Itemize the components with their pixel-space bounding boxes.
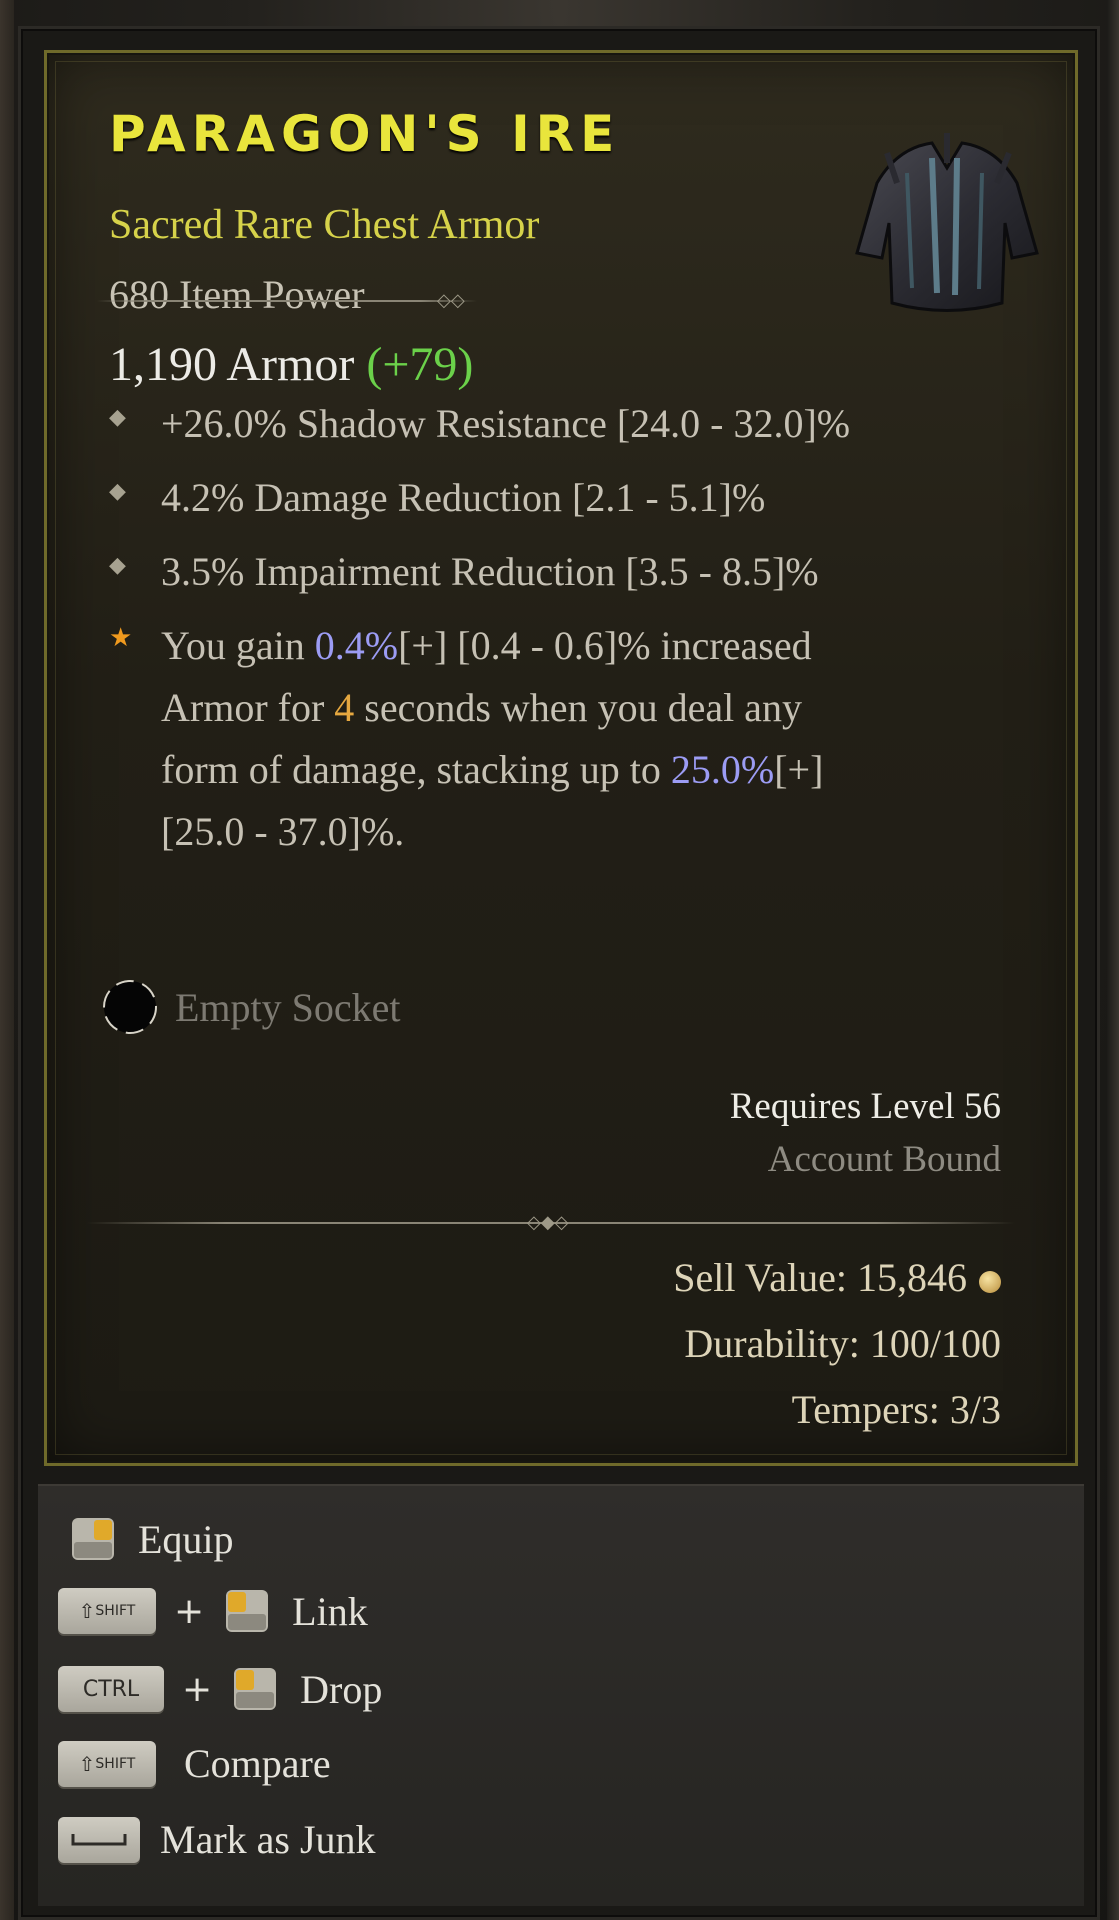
affix-row: ◆ 3.5% Impairment Reduction [3.5 - 8.5]% xyxy=(109,541,819,603)
diamond-bullet-icon: ◆ xyxy=(109,553,126,578)
plus-sign: + xyxy=(182,1668,213,1710)
link-label: Link xyxy=(292,1588,368,1634)
requirements: Requires Level 56 Account Bound xyxy=(730,1085,1001,1181)
diamond-bullet-icon: ◆ xyxy=(109,405,126,430)
divider-top: ◇◇ xyxy=(97,291,477,311)
item-name: PARAGON'S IRE xyxy=(109,105,621,163)
sell-value: Sell Value: 15,846 xyxy=(673,1255,967,1300)
item-type: Sacred Rare Chest Armor xyxy=(109,202,540,248)
affix-row: ◆ +26.0% Shadow Resistance [24.0 - 32.0]… xyxy=(109,393,850,455)
spacebar-key-icon xyxy=(58,1816,140,1863)
socket-icon xyxy=(103,980,157,1034)
star-bullet-icon: ★ xyxy=(109,623,133,653)
tempers: Tempers: 3/3 xyxy=(791,1387,1001,1432)
mark-junk-action[interactable]: Mark as Junk xyxy=(58,1816,376,1863)
equip-label: Equip xyxy=(138,1516,234,1562)
affix-text: 3.5% Impairment Reduction [3.5 - 8.5]% xyxy=(161,549,819,594)
controls-panel: Equip ⇧ SHIFT + Link CTRL + Drop ⇧ SHIFT C… xyxy=(38,1484,1084,1906)
drop-label: Drop xyxy=(300,1666,383,1712)
gold-coin-icon xyxy=(979,1270,1001,1293)
plus-sign: + xyxy=(174,1590,205,1632)
bind-status: Account Bound xyxy=(767,1139,1001,1180)
affix-text: +26.0% Shadow Resistance [24.0 - 32.0]% xyxy=(161,401,851,446)
divider-bottom: ◇◆◇ xyxy=(87,1213,1015,1233)
sell-value-row: Sell Value: 15,846 xyxy=(673,1245,1001,1311)
aspect-affix: ★ You gain 0.4%[+] [0.4 - 0.6]% increase… xyxy=(109,615,823,863)
left-click-icon xyxy=(234,1668,277,1710)
affix-row: ◆ 4.2% Damage Reduction [2.1 - 5.1]% xyxy=(109,467,765,529)
left-click-icon xyxy=(226,1590,269,1632)
item-meta: Sell Value: 15,846 Durability: 100/100 T… xyxy=(673,1245,1001,1443)
equip-action[interactable]: Equip xyxy=(68,1514,234,1564)
chest-armor-icon xyxy=(855,133,1039,312)
item-tooltip-card: PARAGON'S IRE Sacred Rare Chest Armor 68… xyxy=(44,50,1078,1466)
junk-label: Mark as Junk xyxy=(160,1817,376,1862)
socket-label: Empty Socket xyxy=(175,984,401,1030)
affix-text: 4.2% Damage Reduction [2.1 - 5.1]% xyxy=(161,475,766,520)
ctrl-key-icon: CTRL xyxy=(58,1666,164,1712)
armor-stat: 1,190 Armor (+79) xyxy=(109,337,473,392)
required-level: Requires Level 56 xyxy=(729,1086,1001,1127)
link-action[interactable]: ⇧ SHIFT + Link xyxy=(58,1586,368,1636)
armor-bonus: (+79) xyxy=(366,338,474,391)
shift-key-icon: ⇧ SHIFT xyxy=(58,1588,156,1634)
shift-key-icon: ⇧ SHIFT xyxy=(58,1740,156,1787)
empty-socket: Empty Socket xyxy=(99,976,401,1038)
diamond-bullet-icon: ◆ xyxy=(109,479,126,504)
aspect-text: You gain 0.4%[+] [0.4 - 0.6]% increased … xyxy=(161,623,824,854)
right-click-icon xyxy=(72,1518,114,1560)
durability: Durability: 100/100 xyxy=(684,1321,1001,1366)
right-edge-decor xyxy=(1107,0,1119,1920)
compare-action[interactable]: ⇧ SHIFT Compare xyxy=(58,1740,331,1787)
armor-value: 1,190 Armor xyxy=(109,338,355,391)
compare-label: Compare xyxy=(184,1741,331,1786)
drop-action[interactable]: CTRL + Drop xyxy=(58,1664,382,1714)
left-edge-decor xyxy=(0,0,14,1920)
